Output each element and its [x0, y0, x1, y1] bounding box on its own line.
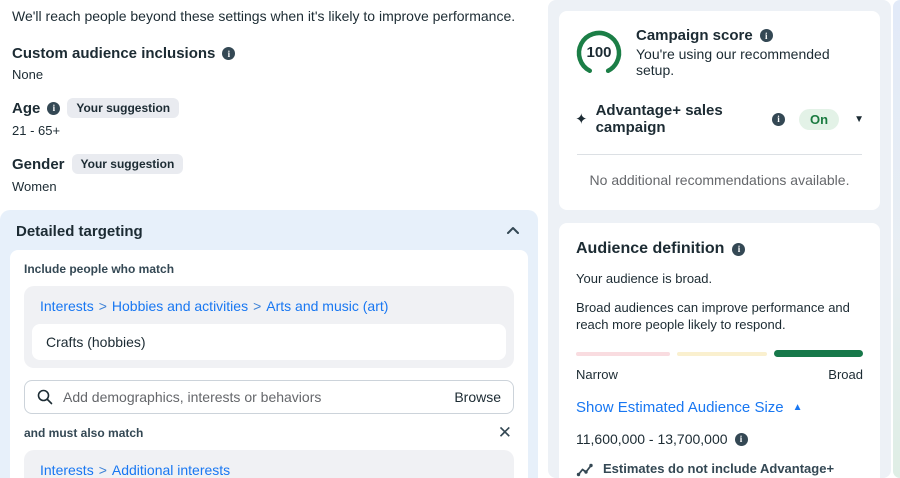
campaign-score-subtitle: You're using our recommended setup. — [636, 46, 864, 78]
audience-settings-panel: We'll reach people beyond these settings… — [0, 0, 538, 478]
breadcrumb-link-arts-music[interactable]: Arts and music (art) — [266, 298, 388, 314]
audience-definition-card: Audience definition i Your audience is b… — [559, 223, 880, 478]
advantage-plus-icon: ✦ — [575, 110, 588, 128]
breadcrumb-link-interests[interactable]: Interests — [40, 298, 94, 314]
audience-definition-meter — [576, 350, 863, 357]
info-icon[interactable]: i — [772, 113, 785, 126]
breadcrumb-separator: > — [99, 462, 107, 478]
estimated-audience-size-value: 11,600,000 - 13,700,000 — [576, 431, 728, 447]
adjacent-panel-edge — [893, 0, 900, 478]
must-also-match-label: and must also match — [24, 426, 143, 440]
chevron-up-icon — [506, 222, 520, 240]
custom-audience-setting: Custom audience inclusions i None — [12, 45, 526, 82]
audience-expansion-note: We'll reach people beyond these settings… — [12, 8, 526, 24]
targeting-search-bar: Browse — [24, 380, 514, 414]
breadcrumb-link-hobbies[interactable]: Hobbies and activities — [112, 298, 248, 314]
info-icon[interactable]: i — [735, 433, 748, 446]
campaign-score-gauge: 100 — [575, 29, 623, 77]
include-match-label: Include people who match — [24, 262, 514, 276]
remove-narrowing-button[interactable]: ✕ — [498, 426, 512, 440]
targeting-group-include: Interests > Hobbies and activities > Arts an… — [24, 286, 514, 368]
trend-chart-icon — [576, 462, 594, 477]
age-setting: Age i Your suggestion 21 - 65+ — [12, 98, 526, 138]
breadcrumb-link-interests[interactable]: Interests — [40, 462, 94, 478]
advantage-campaign-row: ✦ Advantage+ sales campaign i On ▼ — [575, 102, 864, 136]
detailed-targeting-section: Detailed targeting Include people who ma… — [0, 210, 538, 478]
breadcrumb: Interests > Hobbies and activities > Arts an… — [32, 295, 506, 324]
chevron-up-icon: ▲ — [793, 402, 803, 413]
info-icon[interactable]: i — [760, 29, 773, 42]
age-label: Age — [12, 100, 40, 117]
targeting-group-narrow: Interests>Additional interests Handmade … — [24, 450, 514, 478]
campaign-score-title: Campaign score — [636, 27, 753, 44]
advantage-campaign-label: Advantage+ sales campaign — [596, 102, 765, 136]
custom-audience-label: Custom audience inclusions — [12, 45, 215, 62]
campaign-score-card: 100 Campaign score i You're using our re… — [559, 11, 880, 210]
no-recommendations-text: No additional recommendations available. — [575, 172, 864, 188]
recommendations-panel: 100 Campaign score i You're using our re… — [548, 0, 891, 478]
audience-broad-description: Broad audiences can improve performance … — [576, 299, 863, 333]
audience-broad-status: Your audience is broad. — [576, 271, 863, 286]
gender-value: Women — [12, 179, 526, 194]
chevron-down-icon[interactable]: ▼ — [854, 114, 864, 125]
collapse-section-button[interactable] — [506, 222, 520, 240]
meter-segment-broad-active — [774, 350, 864, 357]
info-icon[interactable]: i — [47, 102, 60, 115]
targeting-entry-crafts[interactable]: Crafts (hobbies) — [32, 324, 506, 360]
show-estimated-audience-size-link: Show Estimated Audience Size — [576, 399, 784, 416]
estimate-footnote-text: Estimates do not include Advantage+ audi… — [603, 461, 863, 478]
gender-setting: Gender Your suggestion Women — [12, 154, 526, 194]
detailed-targeting-title: Detailed targeting — [16, 223, 143, 240]
close-icon: ✕ — [498, 423, 512, 442]
gender-suggestion-badge: Your suggestion — [72, 154, 184, 174]
narrow-audience-row: and must also match ✕ — [24, 426, 512, 440]
divider — [577, 154, 862, 155]
show-estimated-audience-size-toggle[interactable]: Show Estimated Audience Size ▲ — [576, 399, 863, 416]
detailed-targeting-editor: Include people who match Interests > Hobbi… — [10, 250, 528, 478]
browse-button[interactable]: Browse — [454, 389, 501, 405]
estimate-footnote-row: Estimates do not include Advantage+ audi… — [576, 461, 863, 478]
campaign-score-value: 100 — [575, 29, 623, 77]
breadcrumb-separator: > — [253, 298, 261, 314]
meter-segment-middle — [677, 352, 767, 356]
search-icon — [37, 389, 53, 405]
custom-audience-value: None — [12, 67, 526, 82]
info-icon[interactable]: i — [222, 47, 235, 60]
breadcrumb: Interests > Additional interests — [32, 459, 506, 478]
audience-definition-title: Audience definition — [576, 240, 724, 258]
meter-broad-label: Broad — [828, 367, 863, 382]
breadcrumb-separator: > — [99, 298, 107, 314]
gender-label: Gender — [12, 156, 65, 173]
ads-manager-audience-screen: We'll reach people beyond these settings… — [0, 0, 900, 478]
meter-narrow-label: Narrow — [576, 367, 618, 382]
meter-segment-narrow — [576, 352, 670, 356]
estimated-audience-size-row: 11,600,000 - 13,700,000 i — [576, 431, 863, 447]
advantage-status-badge[interactable]: On — [799, 109, 839, 130]
targeting-search-input[interactable] — [63, 389, 444, 405]
breadcrumb-link-additional-interests[interactable]: Additional interests — [112, 462, 230, 478]
info-icon[interactable]: i — [732, 243, 745, 256]
age-suggestion-badge: Your suggestion — [67, 98, 179, 118]
age-value: 21 - 65+ — [12, 123, 526, 138]
